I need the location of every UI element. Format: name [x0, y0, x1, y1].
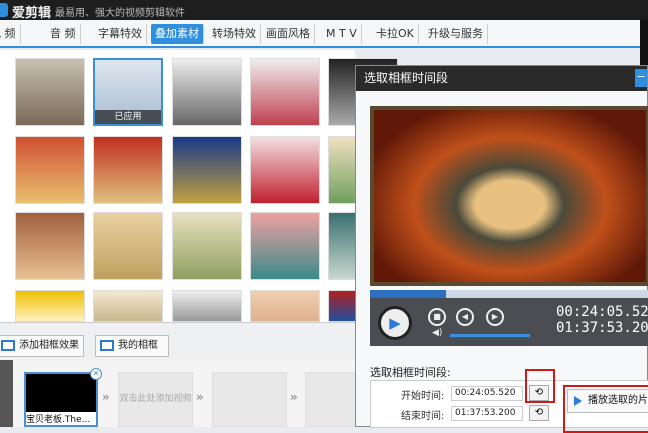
tab-mtv[interactable]: M T V	[322, 24, 362, 44]
app-name: 爱剪辑	[12, 6, 52, 21]
tab-audio[interactable]: 音 频	[46, 24, 81, 44]
frame-thumbnail[interactable]	[172, 212, 242, 280]
frame-thumbnail[interactable]	[250, 290, 320, 322]
time-display: 00:24:05.520 01:37:53.200	[556, 304, 648, 336]
tab-transition-effects[interactable]: 转场特效	[208, 24, 261, 44]
tab-overlay-material[interactable]: 叠加素材	[151, 24, 204, 44]
tab-subtitle-effects[interactable]: 字幕特效	[94, 24, 147, 44]
empty-slot[interactable]	[212, 372, 287, 427]
add-frame-icon	[1, 340, 15, 351]
frames-icon	[100, 340, 114, 351]
highlight-box	[525, 369, 555, 403]
frame-thumbnail[interactable]: 已应用	[93, 58, 163, 126]
my-frames-button[interactable]: 我的相框	[95, 335, 169, 357]
tab-video[interactable]: 视 频	[0, 24, 21, 44]
frame-thumbnail[interactable]	[250, 212, 320, 280]
applied-badge: 已应用	[95, 110, 161, 124]
frame-thumbnail[interactable]	[15, 136, 85, 204]
start-time-label: 开始时间:	[401, 391, 445, 402]
frame-button-bar: 添加相框效果 我的相框	[0, 322, 355, 360]
add-frame-button[interactable]: 添加相框效果	[0, 335, 84, 357]
main-nav: 视 频 音 频 字幕特效 叠加素材 转场特效 画面风格 M T V 卡拉OK 升…	[0, 20, 640, 48]
video-preview	[370, 106, 648, 286]
frame-thumbnail[interactable]	[172, 58, 242, 126]
clip-name: 宝贝老板.The...	[26, 412, 96, 425]
next-frame-button[interactable]: ▶	[486, 308, 504, 326]
frame-thumbnail[interactable]	[15, 212, 85, 280]
chevron-right-icon: »	[290, 390, 298, 404]
my-frames-label: 我的相框	[118, 340, 158, 351]
end-time-input[interactable]: 01:37:53.200	[451, 406, 523, 421]
frame-thumbnail[interactable]	[15, 290, 85, 322]
set-end-clock-icon[interactable]: ⟲	[529, 405, 549, 421]
section-label: 选取相框时间段:	[370, 366, 451, 379]
frame-thumbnail[interactable]	[172, 136, 242, 204]
frame-thumbnail[interactable]	[250, 58, 320, 126]
volume-icon: ◀)	[432, 328, 443, 338]
time-fields: 开始时间: 00:24:05.520 ⟲ 结束时间: 01:37:53.200 …	[370, 369, 648, 433]
play-button[interactable]: ▶	[378, 306, 412, 340]
frame-thumbnail[interactable]	[250, 136, 320, 204]
tab-karaoke[interactable]: 卡拉OK	[372, 24, 419, 44]
app-slogan: 最易用、强大的视频剪辑软件	[55, 8, 185, 19]
minimize-button[interactable]: −	[635, 69, 647, 87]
dialog-title: 选取相框时间段	[356, 66, 647, 91]
timeline: 宝贝老板.The... ✕ » 双击此处添加视频 » »	[0, 360, 380, 427]
select-frame-time-dialog: 选取相框时间段 − ▶ ■ ◀ ▶ ◀) 00:24:05.520 01:37:5…	[355, 65, 648, 433]
chevron-right-icon: »	[102, 390, 110, 404]
frame-thumbnail[interactable]	[93, 212, 163, 280]
frame-thumbnail[interactable]	[93, 136, 163, 204]
current-time: 00:24:05.520	[556, 304, 648, 320]
player-controls: ▶ ■ ◀ ▶ ◀) 00:24:05.520 01:37:53.200	[370, 298, 648, 346]
highlight-box	[563, 385, 648, 433]
add-frame-label: 添加相框效果	[19, 340, 79, 351]
seek-bar[interactable]	[370, 290, 648, 298]
end-time-label: 结束时间:	[401, 411, 445, 422]
timeline-side-label	[0, 360, 13, 427]
seek-progress	[370, 290, 446, 298]
app-logo-icon	[0, 3, 8, 17]
total-time: 01:37:53.200	[556, 320, 648, 336]
frame-grid: 已应用	[0, 50, 398, 322]
title-bar: 爱剪辑 最易用、强大的视频剪辑软件	[0, 0, 648, 21]
start-time-input[interactable]: 00:24:05.520	[451, 386, 523, 401]
tab-upgrade-service[interactable]: 升级与服务	[424, 24, 488, 44]
tab-picture-style[interactable]: 画面风格	[262, 24, 315, 44]
stop-button[interactable]: ■	[428, 308, 446, 326]
add-video-slot[interactable]: 双击此处添加视频	[118, 372, 193, 427]
timeline-clip[interactable]: 宝贝老板.The...	[24, 372, 98, 427]
frame-thumbnail[interactable]	[172, 290, 242, 322]
remove-clip-close-icon[interactable]: ✕	[90, 368, 102, 380]
chevron-right-icon: »	[196, 390, 204, 404]
frame-thumbnail[interactable]	[15, 58, 85, 126]
volume-slider[interactable]	[450, 334, 530, 337]
prev-frame-button[interactable]: ◀	[456, 308, 474, 326]
frame-thumbnail[interactable]	[93, 290, 163, 322]
